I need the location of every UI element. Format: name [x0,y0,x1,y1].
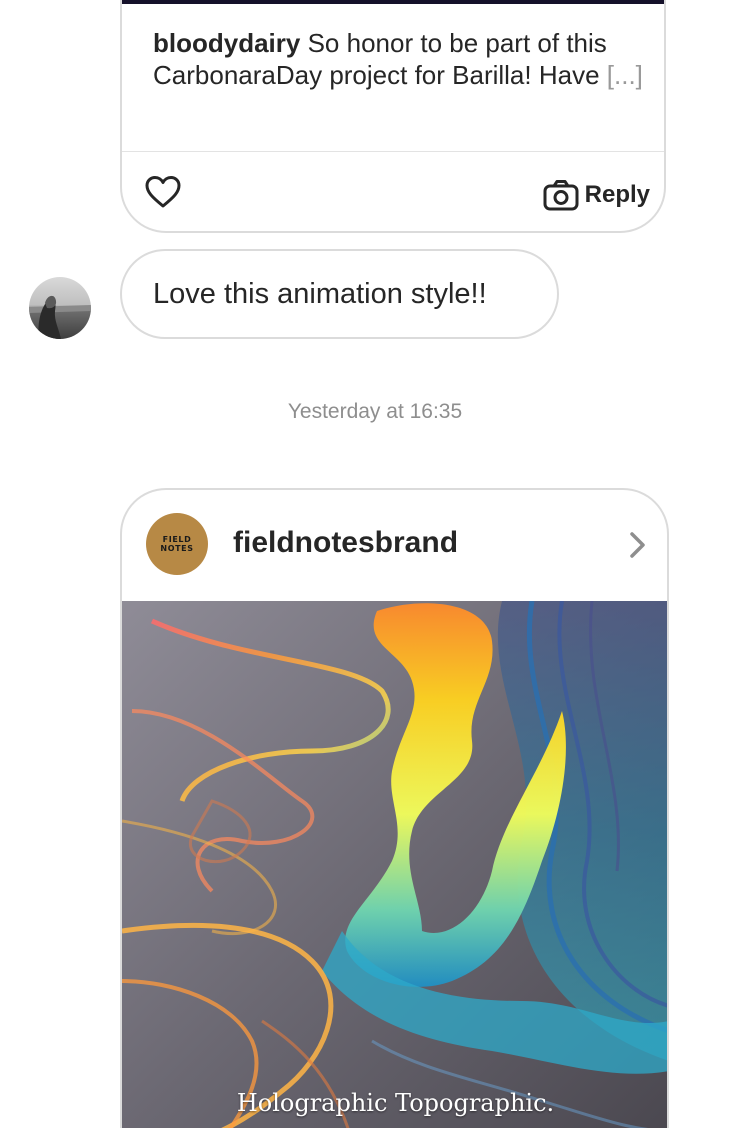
logo-line-1: FIELD [162,535,192,544]
avatar[interactable] [29,277,91,339]
message-text: Love this animation style!! [153,277,487,310]
post-image-bottom-edge [122,0,664,4]
caption-more[interactable]: [...] [607,60,643,90]
message-timestamp: Yesterday at 16:35 [287,400,463,423]
shared-post-username[interactable]: fieldnotesbrand [233,526,458,560]
avatar-photo [29,277,91,339]
chevron-right-icon[interactable] [627,530,649,560]
shared-post-image[interactable]: Holographic Topographic. [122,601,667,1128]
reply-button[interactable]: Reply [543,178,650,212]
heart-icon [145,176,181,208]
brand-avatar[interactable]: FIELD NOTES [146,513,208,575]
post-caption: bloodydairy So honor to be part of this … [153,27,643,91]
camera-icon [543,180,579,211]
card-divider [122,151,664,152]
caption-username[interactable]: bloodydairy [153,28,300,58]
message-bubble[interactable]: Love this animation style!! [120,249,559,339]
reply-label: Reply [584,181,650,208]
logo-line-2: NOTES [160,544,194,553]
shared-post-header[interactable]: FIELD NOTES fieldnotesbrand [122,490,667,601]
image-caption: Holographic Topographic. [236,1089,555,1117]
shared-post-card-previous[interactable]: bloodydairy So honor to be part of this … [120,0,666,233]
like-button[interactable] [144,175,182,209]
holographic-artwork [122,601,667,1128]
shared-post-card[interactable]: FIELD NOTES fieldnotesbrand Holographic … [120,488,669,1128]
